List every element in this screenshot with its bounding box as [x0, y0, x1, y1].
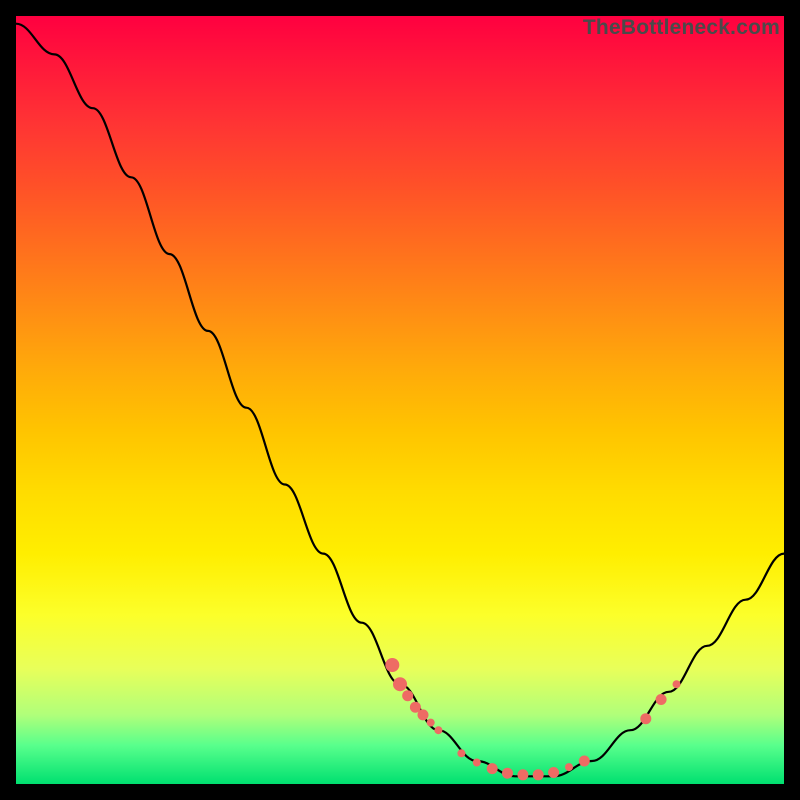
gradient-background: [16, 16, 784, 784]
plot-area: TheBottleneck.com: [16, 16, 784, 784]
chart-frame: TheBottleneck.com: [16, 16, 784, 784]
watermark-text: TheBottleneck.com: [583, 16, 780, 40]
